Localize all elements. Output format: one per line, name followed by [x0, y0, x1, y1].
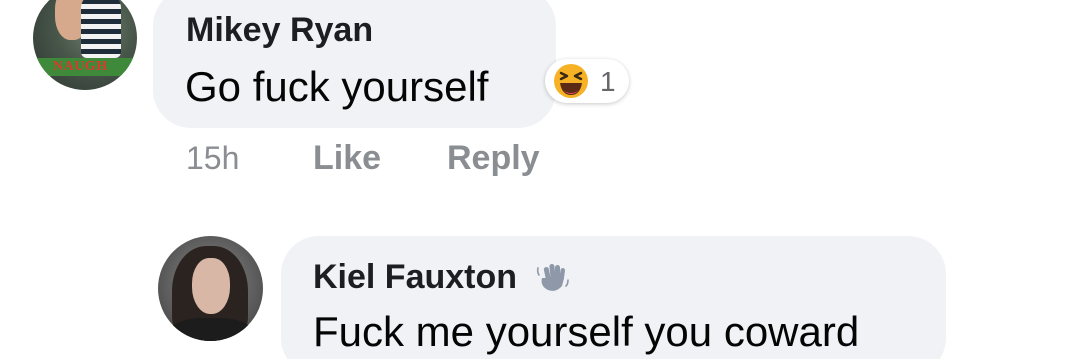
comment-thread: NAUGH Mikey Ryan Go fuck yourself 1 15h …: [0, 0, 1079, 359]
avatar[interactable]: [158, 236, 263, 341]
comment-author[interactable]: Mikey Ryan: [186, 11, 373, 50]
laughing-emoji-icon: [554, 64, 588, 98]
reaction-badge[interactable]: 1: [545, 59, 629, 103]
avatar[interactable]: NAUGH: [33, 0, 137, 90]
waving-hand-icon: [536, 263, 569, 291]
comment-timestamp[interactable]: 15h: [186, 140, 239, 177]
comment-text: Go fuck yourself: [185, 63, 489, 110]
like-button[interactable]: Like: [313, 139, 381, 178]
avatar-face: [192, 258, 230, 314]
reply-button[interactable]: Reply: [447, 139, 540, 178]
avatar-shirt: [81, 0, 121, 58]
avatar-caption: NAUGH: [53, 59, 108, 74]
reply-text: Fuck me yourself you coward: [313, 308, 860, 355]
reply-author[interactable]: Kiel Fauxton: [313, 258, 517, 297]
reaction-count: 1: [600, 66, 616, 97]
avatar-shirt: [168, 318, 254, 341]
